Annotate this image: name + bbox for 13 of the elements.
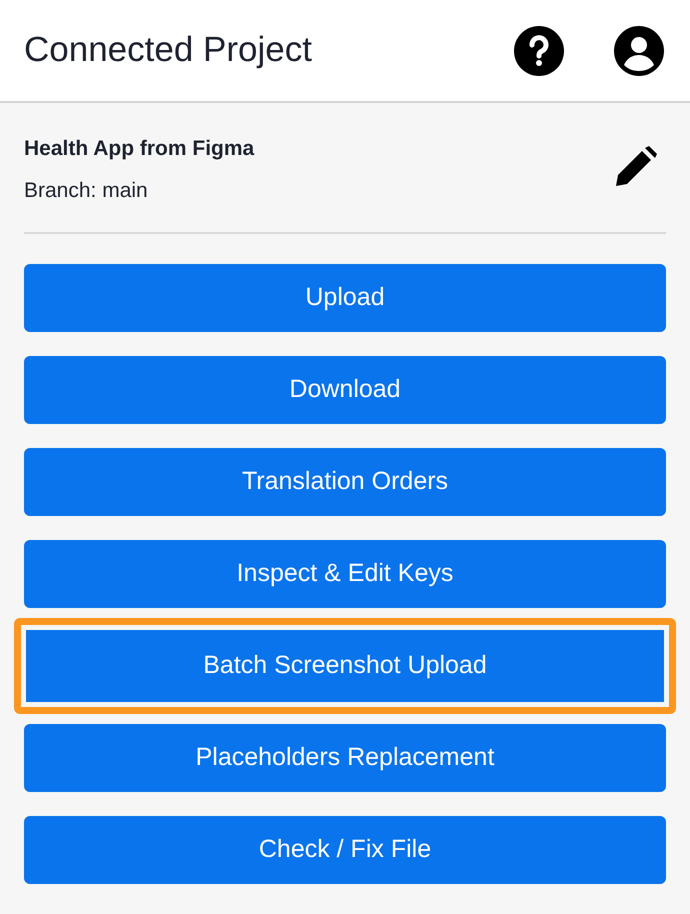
action-button[interactable]: Inspect & Edit Keys: [24, 540, 666, 608]
header-title: Connected Project: [24, 29, 313, 72]
action-button[interactable]: Download: [24, 356, 666, 424]
action-button[interactable]: Placeholders Replacement: [24, 724, 666, 792]
help-icon[interactable]: [514, 26, 564, 76]
branch-label: Branch: main: [24, 178, 149, 204]
pencil-icon[interactable]: [614, 146, 658, 188]
action-button[interactable]: Check / Fix File: [24, 816, 666, 884]
action-button[interactable]: Batch Screenshot Upload: [26, 630, 664, 702]
action-button[interactable]: Translation Orders: [24, 448, 666, 516]
action-button[interactable]: Upload: [24, 264, 666, 332]
account-icon[interactable]: [614, 26, 664, 76]
project-name: Health App from Figma: [24, 136, 256, 162]
